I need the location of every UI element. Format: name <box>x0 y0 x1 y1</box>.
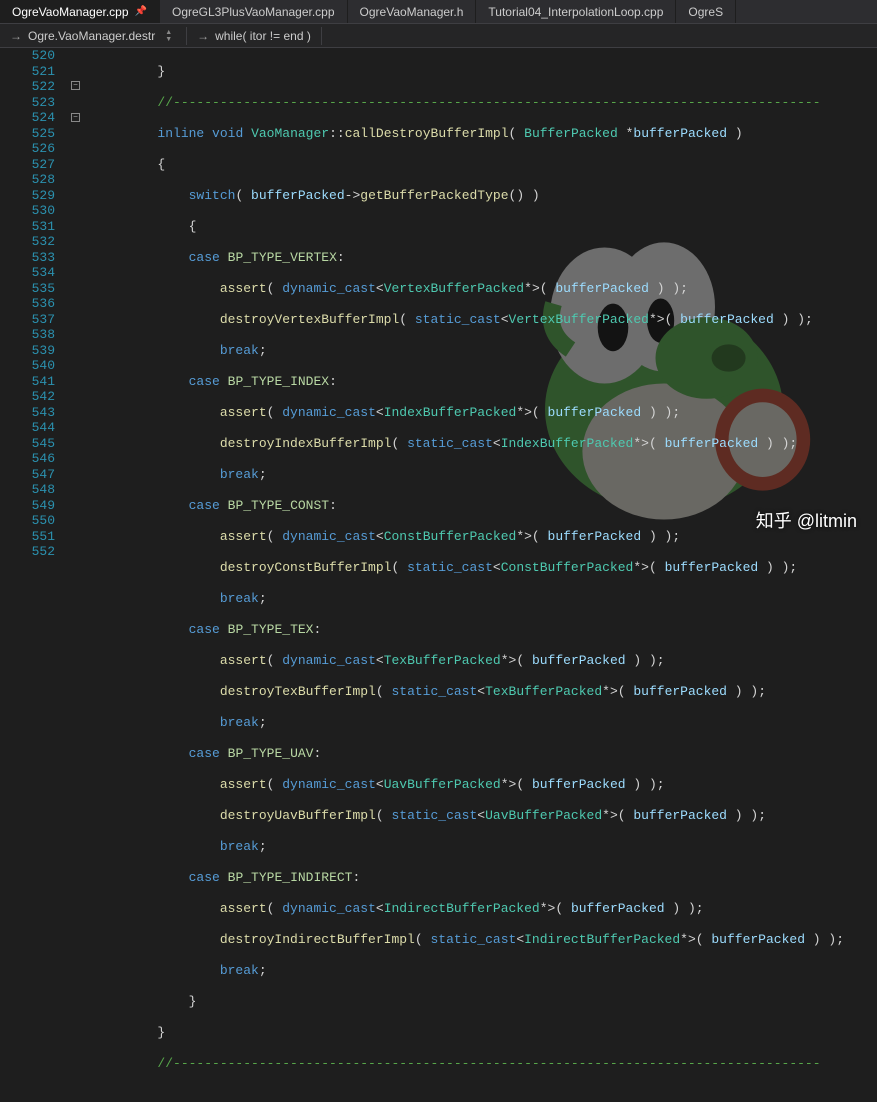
line-number-gutter: 5205215225235245255265275285295305315325… <box>0 48 65 551</box>
code-line: destroyUavBufferImpl( static_cast<UavBuf… <box>95 808 877 824</box>
code-line: assert( dynamic_cast<VertexBufferPacked*… <box>95 281 877 297</box>
code-line: break; <box>95 591 877 607</box>
code-line: case BP_TYPE_TEX: <box>95 622 877 638</box>
scope-selector[interactable]: → Ogre.VaoManager.destr ▲▼ <box>0 27 187 45</box>
code-line: { <box>95 219 877 235</box>
code-line: } <box>95 1025 877 1041</box>
code-line: break; <box>95 963 877 979</box>
code-line: case BP_TYPE_INDEX: <box>95 374 877 390</box>
code-line: switch( bufferPacked->getBufferPackedTyp… <box>95 188 877 204</box>
spinner-control[interactable]: ▲▼ <box>161 29 176 43</box>
fold-minus-icon[interactable]: − <box>71 113 80 122</box>
code-line: break; <box>95 467 877 483</box>
code-line: case BP_TYPE_VERTEX: <box>95 250 877 266</box>
tab-label: Tutorial04_InterpolationLoop.cpp <box>488 5 663 19</box>
code-line: inline void VaoManager::callDestroyBuffe… <box>95 126 877 142</box>
fold-minus-icon[interactable]: − <box>71 81 80 90</box>
code-line: assert( dynamic_cast<TexBufferPacked*>( … <box>95 653 877 669</box>
arrow-right-icon: → <box>10 29 22 43</box>
code-line: assert( dynamic_cast<IndirectBufferPacke… <box>95 901 877 917</box>
context-selector[interactable]: → while( itor != end ) <box>187 27 322 45</box>
code-line: assert( dynamic_cast<IndexBufferPacked*>… <box>95 405 877 421</box>
context-label: while( itor != end ) <box>215 29 311 43</box>
code-line: destroyTexBufferImpl( static_cast<TexBuf… <box>95 684 877 700</box>
tab-label: OgreS <box>688 5 723 19</box>
file-tab[interactable]: OgreVaoManager.h <box>348 0 477 23</box>
navigation-bar: → Ogre.VaoManager.destr ▲▼ → while( itor… <box>0 24 877 48</box>
file-tabs: OgreVaoManager.cpp 📌 OgreGL3PlusVaoManag… <box>0 0 877 24</box>
file-tab[interactable]: OgreGL3PlusVaoManager.cpp <box>160 0 348 23</box>
code-area[interactable]: } //------------------------------------… <box>95 48 877 551</box>
tab-label: OgreVaoManager.cpp <box>12 5 129 19</box>
code-line: { <box>95 157 877 173</box>
tab-label: OgreGL3PlusVaoManager.cpp <box>172 5 335 19</box>
pin-icon[interactable]: 📌 <box>135 6 147 17</box>
code-line: break; <box>95 839 877 855</box>
outline-margin[interactable]: − − <box>65 48 95 551</box>
file-tab[interactable]: Tutorial04_InterpolationLoop.cpp <box>476 0 676 23</box>
code-line: assert( dynamic_cast<UavBufferPacked*>( … <box>95 777 877 793</box>
arrow-right-icon: → <box>197 29 209 43</box>
code-line: break; <box>95 715 877 731</box>
code-line: //--------------------------------------… <box>95 1056 877 1072</box>
code-editor[interactable]: 5205215225235245255265275285295305315325… <box>0 48 877 551</box>
code-line: case BP_TYPE_INDIRECT: <box>95 870 877 886</box>
code-line: } <box>95 994 877 1010</box>
code-line: destroyConstBufferImpl( static_cast<Cons… <box>95 560 877 576</box>
file-tab[interactable]: OgreS <box>676 0 736 23</box>
code-line: destroyIndexBufferImpl( static_cast<Inde… <box>95 436 877 452</box>
code-line: break; <box>95 343 877 359</box>
code-line: //--------------------------------------… <box>95 95 877 111</box>
code-line: } <box>95 64 877 80</box>
file-tab-active[interactable]: OgreVaoManager.cpp 📌 <box>0 0 160 23</box>
code-line: destroyVertexBufferImpl( static_cast<Ver… <box>95 312 877 328</box>
code-line: destroyIndirectBufferImpl( static_cast<I… <box>95 932 877 948</box>
tab-label: OgreVaoManager.h <box>360 5 464 19</box>
code-line: case BP_TYPE_UAV: <box>95 746 877 762</box>
watermark: 知乎 @litmin <box>756 507 857 533</box>
scope-label: Ogre.VaoManager.destr <box>28 29 155 43</box>
